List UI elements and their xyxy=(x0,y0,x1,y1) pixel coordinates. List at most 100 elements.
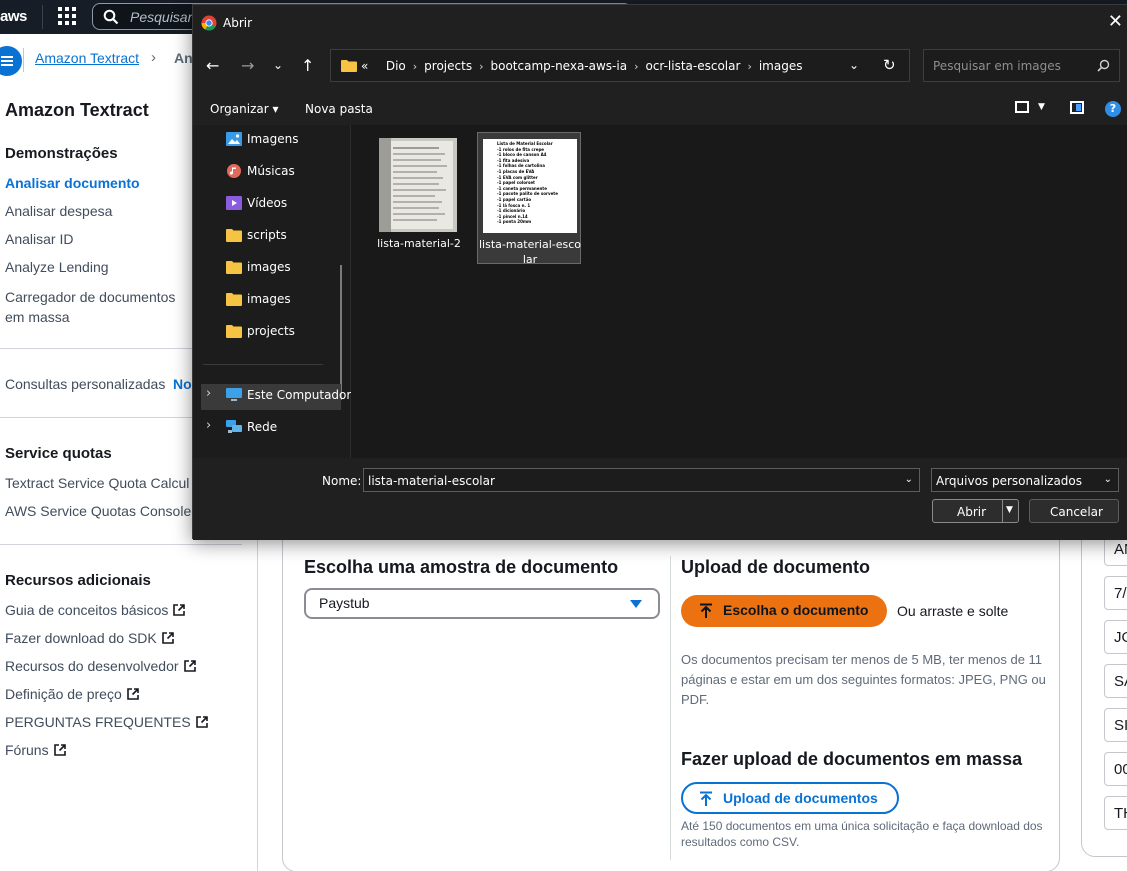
chevron-right-icon[interactable]: › xyxy=(206,386,211,401)
result-field[interactable]: SA xyxy=(1104,664,1127,698)
chevron-down-icon[interactable]: ⌄ xyxy=(849,58,859,72)
file-item-selected[interactable]: Lista de Material Escolar -1 rolos de fi… xyxy=(477,132,581,266)
sidebar-item-quota-calculator[interactable]: Textract Service Quota Calcul xyxy=(5,475,189,491)
sidebar-item-analisar-despesa[interactable]: Analisar despesa xyxy=(5,203,112,219)
videos-icon xyxy=(226,196,242,210)
topbar-divider xyxy=(42,5,43,29)
sidebar-item-consultas-personalizadas[interactable]: Consultas personalizadas xyxy=(5,376,165,392)
aws-logo[interactable]: aws xyxy=(0,8,27,25)
sidebar-item-preco[interactable]: Definição de preço xyxy=(5,686,139,702)
search-placeholder: Pesquisar em images xyxy=(933,59,1061,73)
result-field[interactable]: SI xyxy=(1104,708,1127,742)
upload-document-heading: Upload de documento xyxy=(681,557,870,577)
folder-search-input[interactable]: Pesquisar em images xyxy=(923,49,1120,82)
search-icon xyxy=(1097,59,1110,72)
dialog-title: Abrir xyxy=(223,16,253,30)
menu-icon[interactable] xyxy=(0,46,22,76)
sidebar-item-foruns[interactable]: Fóruns xyxy=(5,742,66,758)
external-link-icon xyxy=(161,632,174,644)
chevron-down-icon[interactable]: ⌄ xyxy=(905,474,913,485)
help-icon[interactable]: ? xyxy=(1105,101,1121,117)
refresh-icon[interactable]: ↻ xyxy=(883,56,896,74)
sidebar-item-recursos-dev[interactable]: Recursos do desenvolvedor xyxy=(5,658,196,674)
sidebar-item-guia-conceitos[interactable]: Guia de conceitos básicos xyxy=(5,602,186,618)
address-segment[interactable]: projects xyxy=(424,59,472,73)
new-folder-button[interactable]: Nova pasta xyxy=(305,102,373,116)
back-arrow-icon[interactable]: ← xyxy=(206,56,219,75)
sidebar-item-faq[interactable]: PERGUNTAS FREQUENTES xyxy=(5,714,208,730)
sidebar-item-analisar-documento[interactable]: Analisar documento xyxy=(5,175,140,191)
caret-down-icon xyxy=(630,600,642,608)
address-overflow[interactable]: « xyxy=(361,59,368,73)
result-field[interactable]: JO xyxy=(1104,620,1127,654)
external-link-icon xyxy=(195,716,208,728)
cancel-button[interactable]: Cancelar xyxy=(1029,499,1119,523)
organize-menu[interactable]: Organizar ▾ xyxy=(210,102,279,116)
sidebar-divider xyxy=(0,544,242,545)
result-field[interactable]: 7/ xyxy=(1104,576,1127,610)
sidebar-item-quotas-console[interactable]: AWS Service Quotas Console xyxy=(5,503,191,519)
navigation-scrollbar[interactable] xyxy=(340,265,342,400)
choose-document-label: Escolha o documento xyxy=(723,602,869,618)
caret-down-icon[interactable]: ▼ xyxy=(1038,102,1045,112)
sidebar-demos-heading: Demonstrações xyxy=(5,145,118,162)
external-link-icon xyxy=(126,688,139,700)
sidebar-item-carregador-massa[interactable]: Carregador de documentos em massa xyxy=(5,287,193,327)
view-options-icon[interactable] xyxy=(1015,101,1029,113)
close-icon[interactable]: ✕ xyxy=(1108,13,1123,31)
sidebar-item-analisar-id[interactable]: Analisar ID xyxy=(5,231,73,247)
recent-locations-chevron-icon[interactable]: ⌄ xyxy=(273,58,283,72)
sample-document-heading: Escolha uma amostra de documento xyxy=(304,557,619,577)
search-placeholder: Pesquisar xyxy=(130,9,193,25)
sample-select-value: Paystub xyxy=(319,595,370,611)
result-field[interactable]: 00 xyxy=(1104,752,1127,786)
bulk-upload-label: Upload de documentos xyxy=(723,790,878,806)
file-type-select[interactable]: Arquivos personalizados ⌄ xyxy=(931,468,1119,492)
choose-document-button[interactable]: Escolha o documento xyxy=(681,595,887,627)
folder-icon xyxy=(226,293,242,306)
document-thumbnail: Lista de Material Escolar -1 rolos de fi… xyxy=(483,139,577,233)
nav-item-label: Este Computador xyxy=(247,388,352,402)
breadcrumb-textract-link[interactable]: Amazon Textract xyxy=(35,50,139,66)
address-bar[interactable]: « Dio › projects › bootcamp-nexa-aws-ia › ocr-… xyxy=(330,49,910,82)
dialog-titlebar[interactable]: Abrir ✕ xyxy=(193,5,1127,41)
address-segment[interactable]: bootcamp-nexa-aws-ia xyxy=(490,59,627,73)
file-name-input[interactable]: lista-material-escolar ⌄ xyxy=(363,468,920,492)
upload-requirements-note: Os documentos precisam ter menos de 5 MB… xyxy=(681,652,1046,707)
services-menu-icon[interactable] xyxy=(58,7,76,25)
pictures-icon xyxy=(226,132,242,146)
sidebar-item-download-sdk[interactable]: Fazer download do SDK xyxy=(5,630,174,646)
up-arrow-icon[interactable]: ↑ xyxy=(301,56,314,75)
address-segment[interactable]: images xyxy=(759,59,803,73)
bulk-upload-button[interactable]: Upload de documentos xyxy=(681,782,899,814)
preview-pane-icon[interactable] xyxy=(1070,101,1084,114)
navigation-divider xyxy=(203,364,323,365)
music-icon xyxy=(227,164,241,178)
address-segment[interactable]: ocr-lista-escolar xyxy=(645,59,740,73)
open-button[interactable]: Abrir ▼ xyxy=(932,499,1019,523)
result-field[interactable]: TH xyxy=(1104,796,1127,830)
address-segment[interactable]: Dio xyxy=(386,59,406,73)
chevron-right-icon[interactable]: › xyxy=(206,418,211,433)
sidebar-title[interactable]: Amazon Textract xyxy=(5,100,149,121)
caret-down-icon[interactable]: ▼ xyxy=(1006,505,1013,515)
dialog-footer: Nome: lista-material-escolar ⌄ Arquivos … xyxy=(193,458,1127,540)
address-path: « Dio › projects › bootcamp-nexa-aws-ia › ocr-… xyxy=(361,59,802,73)
network-icon xyxy=(226,420,242,433)
sample-document-select[interactable]: Paystub xyxy=(304,588,660,619)
bulk-upload-heading: Fazer upload de documentos em massa xyxy=(681,749,1023,769)
sidebar-resources-heading: Recursos adicionais xyxy=(5,572,151,589)
file-item[interactable]: lista-material-2 xyxy=(367,132,471,264)
external-link-icon xyxy=(53,744,66,756)
new-badge: No xyxy=(173,376,192,392)
upload-icon xyxy=(700,791,712,806)
external-link-icon xyxy=(173,604,186,616)
chevron-down-icon: ⌄ xyxy=(1103,474,1112,485)
forward-arrow-icon[interactable]: → xyxy=(241,56,254,75)
sidebar-item-label: Guia de conceitos básicos xyxy=(5,602,169,618)
file-type-value: Arquivos personalizados xyxy=(936,474,1083,488)
sidebar-quotas-heading: Service quotas xyxy=(5,445,112,462)
file-list: lista-material-2 Lista de Material Escol… xyxy=(351,125,1127,458)
nav-item-label: scripts xyxy=(247,228,287,242)
sidebar-item-analyze-lending[interactable]: Analyze Lending xyxy=(5,259,109,275)
